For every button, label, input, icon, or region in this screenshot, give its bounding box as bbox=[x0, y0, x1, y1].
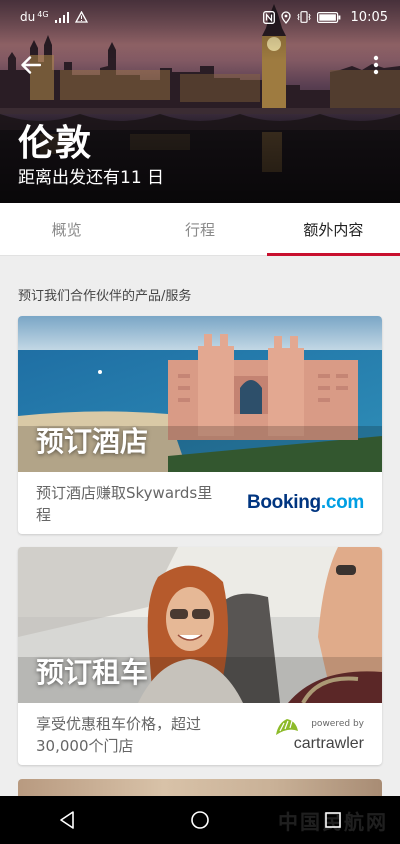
cartrawler-powered-by: powered by bbox=[311, 719, 364, 729]
destination-city: 伦敦 bbox=[18, 123, 93, 164]
booking-logo-suffix: .com bbox=[320, 492, 364, 513]
nav-home-button[interactable] bbox=[180, 800, 220, 840]
car-rental-card-title: 预订租车 bbox=[36, 656, 149, 689]
status-bar: du 4G 10:05 bbox=[0, 0, 400, 34]
departure-countdown: 距离出发还有11 日 bbox=[18, 168, 165, 188]
more-options-button[interactable] bbox=[366, 50, 386, 80]
car-rental-card-description: 享受优惠租车价格，超过30,000个门店 bbox=[36, 715, 202, 755]
watermark: 中国民航网 bbox=[278, 810, 388, 834]
car-rental-photo: 预订租车 bbox=[18, 547, 382, 703]
car-rental-card-footer: 享受优惠租车价格，超过30,000个门店 powered by cartrawl… bbox=[18, 703, 382, 765]
nfc-icon bbox=[262, 10, 275, 24]
section-title: 预订我们合作伙伴的产品/服务 bbox=[18, 289, 192, 304]
hotel-card-footer: 预订酒店赚取Skywards里程 Booking.com bbox=[18, 472, 382, 534]
tab-itinerary[interactable]: 行程 bbox=[133, 203, 266, 255]
carrier-label: du bbox=[20, 10, 36, 24]
vibrate-icon bbox=[296, 11, 311, 23]
hotel-card-description: 预订酒店赚取Skywards里程 bbox=[36, 484, 213, 524]
status-left: du 4G bbox=[20, 10, 88, 24]
hotel-photo: 预订酒店 bbox=[18, 316, 382, 472]
location-icon bbox=[280, 10, 291, 24]
more-vertical-icon bbox=[373, 55, 379, 75]
hotel-booking-card[interactable]: 预订酒店 预订酒店赚取Skywards里程 Booking.com bbox=[18, 316, 382, 534]
car-rental-card[interactable]: 预订租车 享受优惠租车价格，超过30,000个门店 powered by car… bbox=[18, 547, 382, 765]
hotel-card-title: 预订酒店 bbox=[36, 425, 149, 458]
booking-com-logo: Booking.com bbox=[247, 492, 364, 514]
warning-icon bbox=[74, 11, 88, 23]
nav-home-icon bbox=[191, 811, 209, 829]
status-right: 10:05 bbox=[262, 9, 388, 25]
battery-icon bbox=[316, 11, 340, 23]
cartrawler-logo: powered by cartrawler bbox=[274, 715, 364, 757]
tab-extras[interactable]: 额外内容 bbox=[266, 203, 400, 256]
nav-back-button[interactable] bbox=[47, 800, 87, 840]
clock: 10:05 bbox=[350, 9, 388, 25]
arrow-left-icon bbox=[21, 56, 41, 74]
destination-hero: du 4G 10:05 伦敦 距离出发还有11 日 bbox=[0, 0, 400, 203]
tab-overview[interactable]: 概览 bbox=[0, 203, 133, 255]
signal-icon bbox=[54, 11, 69, 23]
network-label: 4G bbox=[37, 9, 49, 19]
booking-logo-word: Booking bbox=[246, 492, 321, 513]
nav-back-icon bbox=[59, 811, 74, 829]
tab-bar: 概览 行程 额外内容 bbox=[0, 203, 400, 256]
cartrawler-wordmark: cartrawler bbox=[293, 735, 364, 752]
back-button[interactable] bbox=[14, 50, 48, 80]
